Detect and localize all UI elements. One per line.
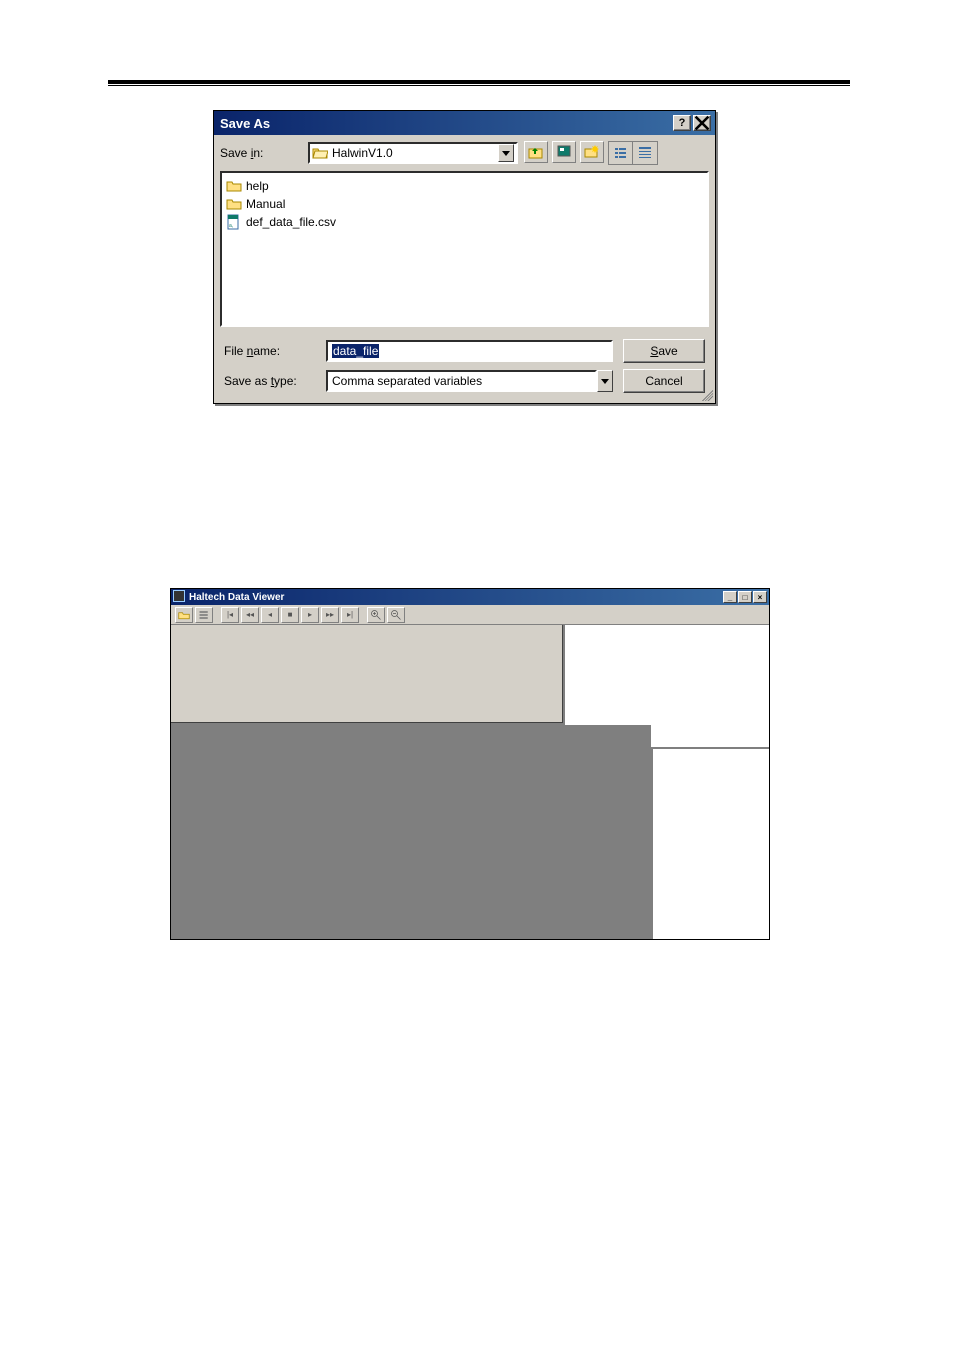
toolbar-prev-button[interactable]: ◂◂ [241, 607, 259, 623]
toolbar-stop-button[interactable]: ■ [281, 607, 299, 623]
file-name-label: def_data_file.csv [246, 215, 336, 229]
save-button[interactable]: Save [623, 339, 705, 363]
details-icon [637, 145, 653, 161]
data-viewer-window: Haltech Data Viewer _ □ × |◂ ◂◂ ◂ ■ ▸ ▸▸… [170, 588, 770, 940]
save-as-dialog: Save As ? Save in: HalwinV1.0 [213, 110, 716, 404]
toolbar-options-button[interactable] [195, 607, 213, 623]
chevron-down-icon [601, 379, 609, 384]
toolbar-last-button[interactable]: ▸| [341, 607, 359, 623]
list-icon [198, 609, 210, 621]
chevron-down-icon [502, 151, 510, 156]
file-list-area[interactable]: help Manual a, def_data_file.csv [220, 171, 709, 327]
maximize-button[interactable]: □ [738, 591, 752, 603]
csv-file-icon: a, [226, 214, 242, 230]
details-view-button[interactable] [633, 142, 657, 164]
list-icon [613, 145, 629, 161]
app-icon [173, 590, 185, 602]
list-item[interactable]: a, def_data_file.csv [226, 213, 703, 231]
zoom-out-icon [390, 609, 402, 621]
dropdown-arrow[interactable] [498, 144, 514, 162]
desktop-button[interactable] [552, 141, 576, 163]
list-item[interactable]: Manual [226, 195, 703, 213]
folder-icon [226, 196, 242, 212]
toolbar-zoom-in-button[interactable] [367, 607, 385, 623]
type-value: Comma separated variables [332, 374, 482, 388]
svg-text:a,: a, [229, 223, 233, 229]
folder-up-icon [528, 144, 544, 160]
file-name-label: help [246, 179, 269, 193]
dialog-bottom-grid: File name: data_file Save Save as type: … [214, 333, 715, 403]
zoom-in-icon [370, 609, 382, 621]
save-as-type-label: Save as type: [224, 374, 316, 388]
resize-grip[interactable] [699, 387, 713, 401]
viewer-pane-bottom-left[interactable] [171, 725, 651, 939]
close-button[interactable]: × [753, 591, 767, 603]
toolbar-first-button[interactable]: |◂ [221, 607, 239, 623]
save-in-combo[interactable]: HalwinV1.0 [308, 142, 518, 164]
cancel-button[interactable]: Cancel [623, 369, 705, 393]
save-in-row: Save in: HalwinV1.0 [214, 135, 715, 171]
toolbar-open-button[interactable] [175, 607, 193, 623]
viewer-pane-bottom-right[interactable] [653, 749, 769, 939]
filename-input[interactable]: data_file [326, 340, 613, 362]
page-rule-thick [108, 80, 850, 84]
list-view-button[interactable] [609, 142, 633, 164]
toolbar-zoom-out-button[interactable] [387, 607, 405, 623]
new-folder-button[interactable] [580, 141, 604, 163]
close-button[interactable] [693, 115, 711, 131]
toolbar-play-back-button[interactable]: ◂ [261, 607, 279, 623]
desktop-icon [556, 144, 572, 160]
new-folder-icon [584, 144, 600, 160]
view-mode-group [608, 141, 658, 165]
file-name-label: Manual [246, 197, 285, 211]
save-in-value: HalwinV1.0 [332, 146, 393, 160]
viewer-pane-top-left[interactable] [171, 625, 563, 723]
page-rule-thin [108, 85, 850, 86]
dialog-titlebar[interactable]: Save As ? [214, 111, 715, 135]
list-item[interactable]: help [226, 177, 703, 195]
folder-open-icon [312, 145, 328, 161]
folder-open-icon [178, 609, 190, 621]
path-toolbar [524, 141, 658, 165]
dropdown-arrow[interactable] [597, 370, 613, 392]
save-in-label: Save in: [220, 146, 308, 160]
help-button[interactable]: ? [673, 115, 691, 131]
up-one-level-button[interactable] [524, 141, 548, 163]
filename-label: File name: [224, 344, 316, 358]
save-as-type-combo[interactable]: Comma separated variables [326, 370, 613, 392]
dialog-title: Save As [220, 116, 671, 131]
filename-value: data_file [332, 344, 379, 358]
toolbar-play-button[interactable]: ▸ [301, 607, 319, 623]
viewer-title: Haltech Data Viewer [189, 592, 722, 603]
minimize-button[interactable]: _ [723, 591, 737, 603]
viewer-titlebar[interactable]: Haltech Data Viewer _ □ × [171, 589, 769, 605]
close-icon [694, 115, 710, 131]
folder-icon [226, 178, 242, 194]
viewer-toolbar: |◂ ◂◂ ◂ ■ ▸ ▸▸ ▸| [171, 605, 769, 625]
toolbar-next-button[interactable]: ▸▸ [321, 607, 339, 623]
viewer-body [171, 625, 769, 939]
